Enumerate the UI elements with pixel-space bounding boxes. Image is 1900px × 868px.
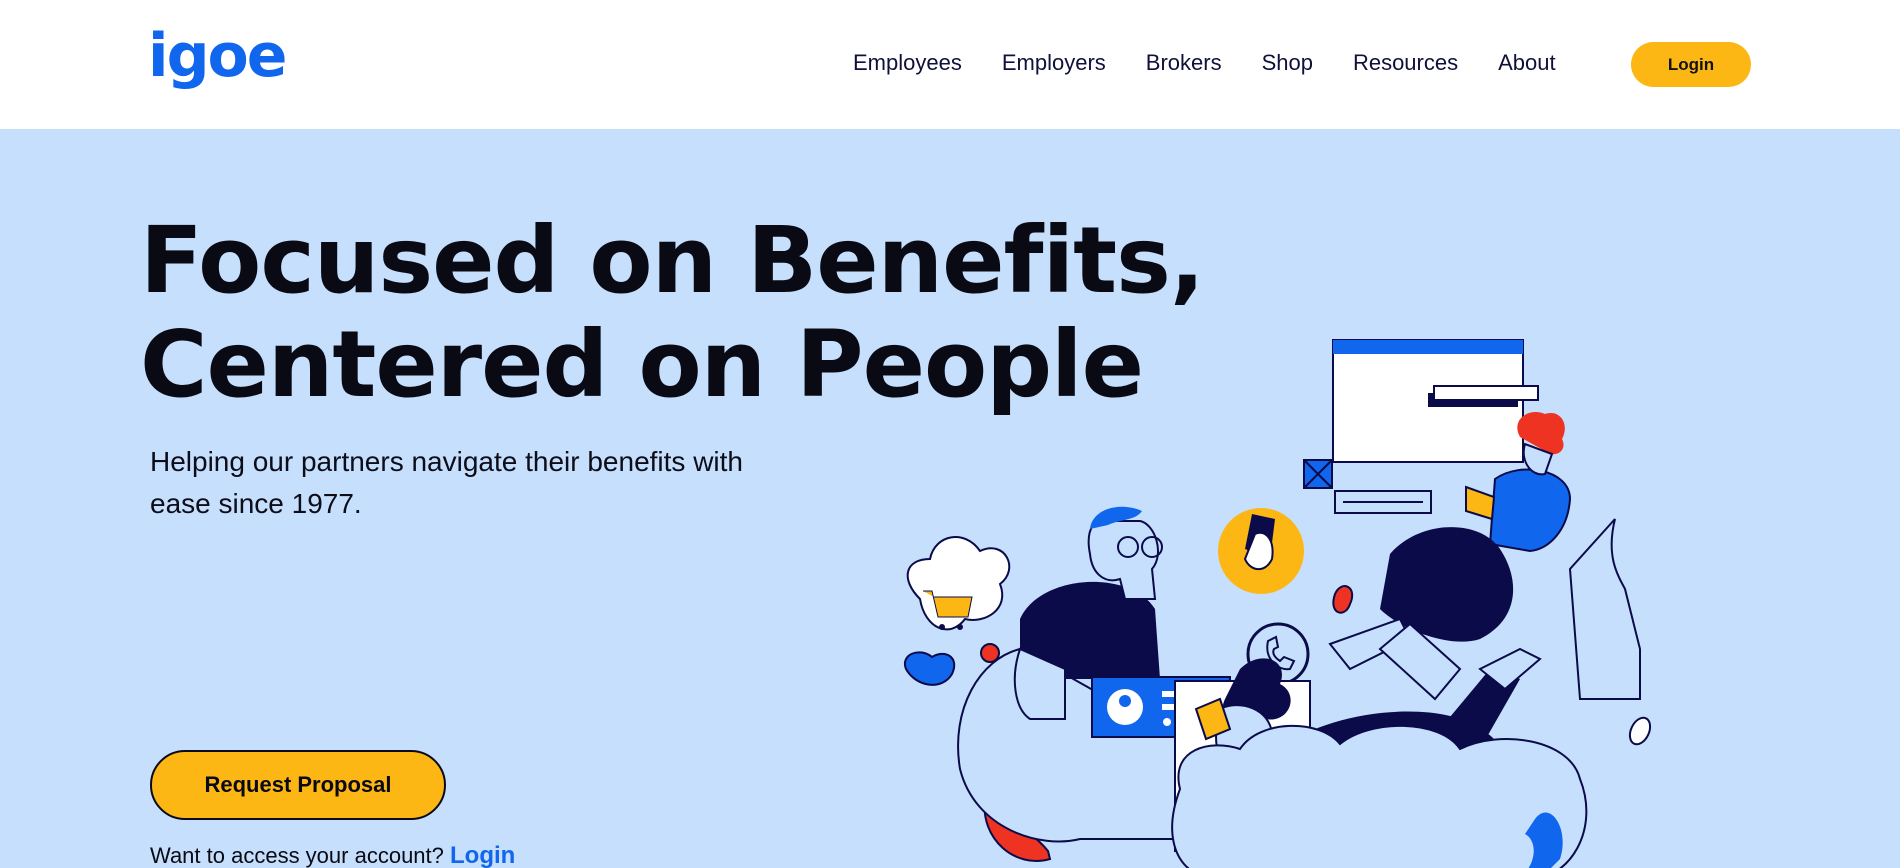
nav-employees[interactable]: Employees (853, 50, 962, 76)
main-nav: Employees Employers Brokers Shop Resourc… (853, 50, 1556, 76)
access-text: Want to access your account? (150, 843, 444, 868)
site-header: igoe Employees Employers Brokers Shop Re… (0, 0, 1900, 129)
nav-resources[interactable]: Resources (1353, 50, 1458, 76)
access-login-link[interactable]: Login (450, 842, 515, 868)
payment-card-icon (1218, 508, 1304, 594)
nav-brokers[interactable]: Brokers (1146, 50, 1222, 76)
red-blob-shape (1332, 585, 1354, 614)
hero-illustration (903, 339, 1652, 868)
nav-shop[interactable]: Shop (1262, 50, 1313, 76)
cloud-base-shape (1171, 724, 1588, 868)
header-login-button[interactable]: Login (1631, 42, 1751, 87)
nav-employers[interactable]: Employers (1002, 50, 1106, 76)
account-access-line: Want to access your account? Login (150, 842, 515, 868)
nav-about[interactable]: About (1498, 50, 1556, 76)
small-oval-shape (1628, 716, 1652, 746)
igoe-logo[interactable]: igoe (148, 26, 287, 86)
hero-section: Focused on Benefits, Centered on People … (0, 129, 1900, 868)
hero-subtext: Helping our partners navigate their bene… (150, 446, 744, 519)
request-proposal-button[interactable]: Request Proposal (150, 750, 446, 820)
